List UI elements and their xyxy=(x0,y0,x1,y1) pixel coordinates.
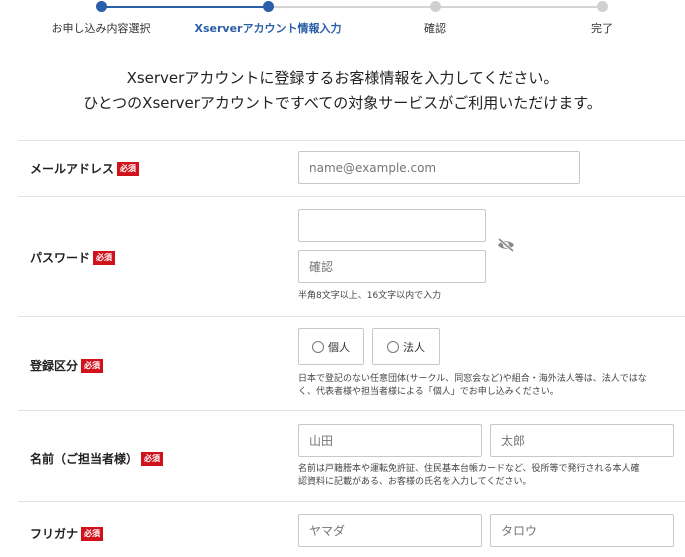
last-name-kana-input[interactable] xyxy=(298,514,482,547)
name-hint: 名前は戸籍謄本や運転免許証、住民基本台帳カードなど、役所等で発行される本人確 認… xyxy=(298,463,640,489)
intro-text: Xserverアカウントに登録するお客様情報を入力してください。 ひとつのXse… xyxy=(0,66,685,116)
step-label-3: 確認 xyxy=(424,22,446,35)
furigana-label-text: フリガナ xyxy=(30,527,79,541)
stepper-line-complete xyxy=(101,6,268,8)
row-divider xyxy=(18,316,685,317)
password-label: パスワード 必須 xyxy=(30,249,116,266)
name-label-text: 名前（ご担当者様） xyxy=(30,452,139,466)
furigana-label: フリガナ 必須 xyxy=(30,525,104,542)
step-label-4: 完了 xyxy=(591,22,613,35)
intro-line-2: ひとつのXserverアカウントですべての対象サービスがご利用いただけます。 xyxy=(83,94,602,112)
email-input[interactable] xyxy=(298,151,580,184)
email-label-text: メールアドレス xyxy=(30,162,115,176)
radio-individual[interactable]: 個人 xyxy=(298,328,364,365)
first-name-input[interactable] xyxy=(490,424,674,457)
required-badge: 必須 xyxy=(81,526,104,541)
registration-label-text: 登録区分 xyxy=(30,359,79,373)
registration-hint-line-2: く、代表者様や担当者様による「個人」でお申し込みください。 xyxy=(298,387,559,397)
password-confirm-input[interactable] xyxy=(298,250,486,283)
row-divider xyxy=(18,501,685,502)
name-hint-line-1: 名前は戸籍謄本や運転免許証、住民基本台帳カードなど、役所等で発行される本人確 xyxy=(298,464,640,474)
step-dot-2 xyxy=(263,1,274,12)
step-dot-3 xyxy=(430,1,441,12)
required-badge: 必須 xyxy=(117,161,140,176)
registration-label: 登録区分 必須 xyxy=(30,357,104,374)
last-name-input[interactable] xyxy=(298,424,482,457)
radio-corporation-label: 法人 xyxy=(403,340,425,354)
required-badge: 必須 xyxy=(93,250,116,265)
password-input[interactable] xyxy=(298,209,486,242)
required-badge: 必須 xyxy=(141,451,164,466)
registration-hint-line-1: 日本で登記のない任意団体(サークル、同窓会など)や組合・海外法人等は、法人ではな xyxy=(298,374,647,384)
intro-line-1: Xserverアカウントに登録するお客様情報を入力してください。 xyxy=(126,69,559,87)
name-label: 名前（ご担当者様） 必須 xyxy=(30,450,164,467)
email-label: メールアドレス 必須 xyxy=(30,160,140,177)
radio-circle-icon xyxy=(387,340,399,353)
progress-stepper: お申し込み内容選択 Xserverアカウント情報入力 確認 完了 xyxy=(0,0,685,40)
password-label-text: パスワード xyxy=(30,251,91,265)
step-label-1: お申し込み内容選択 xyxy=(51,22,151,35)
password-hint: 半角8文字以上、16文字以内で入力 xyxy=(298,291,442,301)
step-dot-4 xyxy=(597,1,608,12)
radio-circle-icon xyxy=(312,340,324,353)
step-dot-1 xyxy=(96,1,107,12)
required-badge: 必須 xyxy=(81,358,104,373)
row-divider xyxy=(18,410,685,411)
row-divider xyxy=(18,140,685,141)
row-divider xyxy=(18,196,685,197)
registration-hint: 日本で登記のない任意団体(サークル、同窓会など)や組合・海外法人等は、法人ではな… xyxy=(298,373,647,399)
radio-individual-label: 個人 xyxy=(328,340,350,354)
name-hint-line-2: 認資料に記載がある、お客様の氏名を入力してください。 xyxy=(298,477,532,487)
radio-corporation[interactable]: 法人 xyxy=(372,328,440,365)
eye-slash-icon[interactable] xyxy=(496,237,516,253)
step-label-2: Xserverアカウント情報入力 xyxy=(194,22,342,35)
first-name-kana-input[interactable] xyxy=(490,514,674,547)
